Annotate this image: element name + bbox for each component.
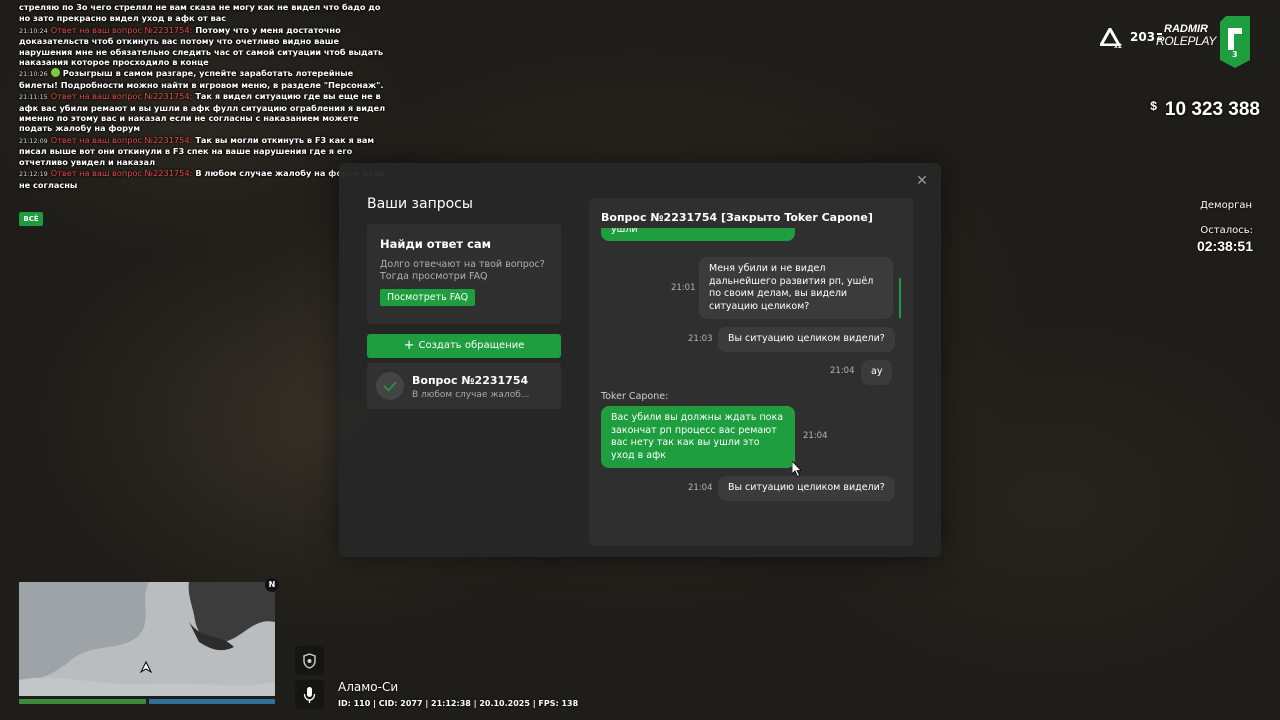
requests-modal: ✕ Ваши запросы Найди ответ сам Долго отв…	[339, 163, 941, 557]
server-logo: x2 203 RADMIR ROLEPLAY 3	[1092, 14, 1262, 70]
chat-message: но зато прекрасно видел уход в афк от ва…	[19, 13, 227, 24]
chat-tag: Ответ на ваш вопрос №2231754:	[50, 24, 193, 35]
chat-time: 21:12:19	[19, 170, 48, 179]
chat-message: 21:12:09 Ответ на ваш вопрос №2231754: Так…	[19, 135, 391, 167]
scrollbar-thumb[interactable]	[899, 278, 901, 318]
ticket-list-item[interactable]: Вопрос №2231754 В любом случае жалоб...	[367, 363, 561, 409]
brand-subtitle: ROLEPLAY	[1156, 34, 1217, 48]
minimap-terrain	[19, 582, 275, 696]
chat-message: 21:12:19 Ответ на ваш вопрос №2231754: В л…	[19, 168, 391, 190]
smile-emoji-icon	[50, 68, 60, 78]
message-bubble: Вас убили вы должны ждать пока закончат …	[601, 406, 795, 468]
message-bubble: Меня убили и не видел дальнейшего развит…	[699, 257, 893, 319]
sender-name: Toker Capone:	[601, 391, 669, 402]
chat-tag: Ответ на ваш вопрос №2231754:	[50, 91, 193, 102]
chat-time: 21:10:26	[19, 70, 48, 79]
close-icon[interactable]: ✕	[915, 174, 929, 188]
microphone-icon	[303, 687, 316, 703]
microphone-button[interactable]	[295, 680, 324, 709]
jail-label: Деморган	[1200, 200, 1252, 211]
modal-title: Ваши запросы	[367, 196, 473, 212]
mouse-cursor-icon	[792, 461, 802, 477]
chat-time: 21:11:15	[19, 93, 48, 102]
server-badge-icon	[1220, 16, 1250, 68]
message-bubble: Вы ситуацию целиком видели?	[718, 476, 895, 501]
dollar-icon: $	[1150, 99, 1157, 113]
chat-filter-button[interactable]: ВСЁ	[19, 212, 43, 226]
chat-log: стреляю по 3о чего стрелял не вам сказа …	[19, 2, 391, 191]
health-bar	[19, 699, 146, 704]
player-info: ID: 110 | CID: 2077 | 21:12:38 | 20.10.2…	[338, 699, 579, 708]
faq-card: Найди ответ сам Долго отвечают на твой в…	[367, 224, 561, 324]
conversation-body[interactable]: ушли 21:01 Меня убили и не видел дальней…	[589, 228, 913, 546]
chat-time: 21:10:24	[19, 26, 48, 35]
conversation-header: Вопрос №2231754 [Закрыто Toker Capone]	[601, 211, 873, 224]
remaining-time: 02:38:51	[1196, 238, 1253, 254]
faq-text: Долго отвечают на твой вопрос? Тогда про…	[380, 259, 545, 282]
shield-icon	[303, 653, 316, 669]
message-time: 21:04	[830, 366, 855, 376]
money-amount: 10 323 388	[1164, 99, 1260, 120]
multiplier-label: x2	[1114, 43, 1123, 50]
message-time: 21:04	[803, 431, 828, 441]
chat-tag: Ответ на ваш вопрос №2231754:	[50, 134, 193, 145]
ticket-preview: В любом случае жалоб...	[412, 390, 530, 400]
chat-message: стреляю по 3о чего стрелял не вам сказа …	[19, 2, 381, 12]
message-time: 21:04	[688, 483, 713, 493]
message-time: 21:03	[688, 334, 713, 344]
ticket-title: Вопрос №2231754	[412, 374, 529, 387]
location-name: Аламо-Си	[338, 680, 399, 694]
chat-time: 21:12:09	[19, 136, 48, 145]
message-time: 21:01	[671, 283, 696, 293]
faq-title: Найди ответ сам	[380, 237, 492, 251]
message-bubble: Вы ситуацию целиком видели?	[718, 327, 895, 352]
message-bubble: ушли	[601, 228, 795, 241]
north-indicator: N	[265, 578, 279, 592]
chat-text: Розыгрыш в самом разгаре, успейте зарабо…	[19, 68, 384, 90]
create-request-label: Создать обращение	[418, 340, 525, 351]
conversation-panel: Вопрос №2231754 [Закрыто Toker Capone] у…	[589, 198, 913, 546]
chat-message: 21:10:26 Розыгрыш в самом разгаре, успейт…	[19, 68, 391, 90]
remaining-label: Осталось:	[1200, 225, 1253, 236]
chat-message: 21:11:15 Ответ на ваш вопрос №2231754: Так…	[19, 91, 391, 134]
chat-tag: Ответ на ваш вопрос №2231754:	[50, 168, 193, 179]
chat-message: 21:10:24 Ответ на ваш вопрос №2231754: Пот…	[19, 25, 391, 68]
check-icon	[376, 372, 404, 400]
shield-button[interactable]	[295, 646, 324, 675]
message-bubble: ау	[861, 360, 893, 385]
view-faq-button[interactable]: Посмотреть FAQ	[380, 289, 476, 306]
money-display: $10 323 388	[1150, 99, 1260, 121]
server-number: 3	[1232, 50, 1238, 59]
create-request-button[interactable]: + Создать обращение	[367, 334, 561, 358]
minimap[interactable]	[19, 582, 275, 696]
armor-bar	[149, 699, 275, 704]
plus-icon: +	[403, 338, 415, 353]
